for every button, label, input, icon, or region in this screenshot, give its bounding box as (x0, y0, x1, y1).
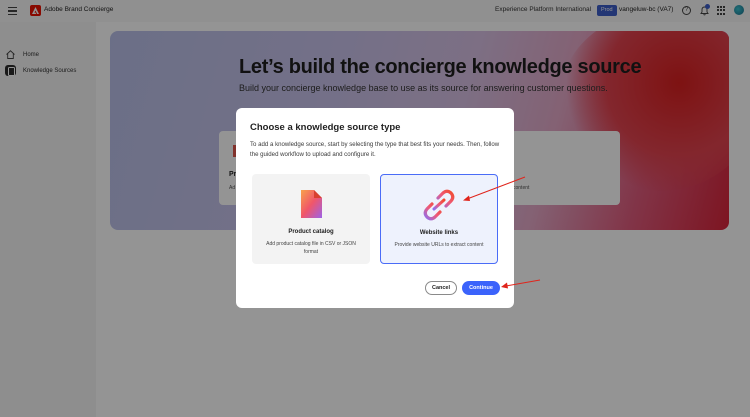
link-icon (423, 189, 455, 221)
knowledge-source-type-dialog: Choose a knowledge source type To add a … (236, 108, 514, 308)
option-label: Product catalog (288, 229, 334, 235)
continue-button[interactable]: Continue (462, 281, 500, 295)
dialog-description: To add a knowledge source, start by sele… (250, 141, 500, 158)
option-product-catalog[interactable]: Product catalog Add product catalog file… (252, 174, 370, 264)
cancel-button[interactable]: Cancel (425, 281, 457, 295)
option-website-links[interactable]: Website links Provide website URLs to ex… (380, 174, 498, 264)
option-description: Provide website URLs to extract content (394, 242, 484, 248)
option-label: Website links (419, 230, 459, 236)
document-icon (301, 190, 322, 218)
option-description: Add product catalog file in CSV or JSON … (266, 241, 356, 255)
dialog-title: Choose a knowledge source type (250, 122, 401, 133)
